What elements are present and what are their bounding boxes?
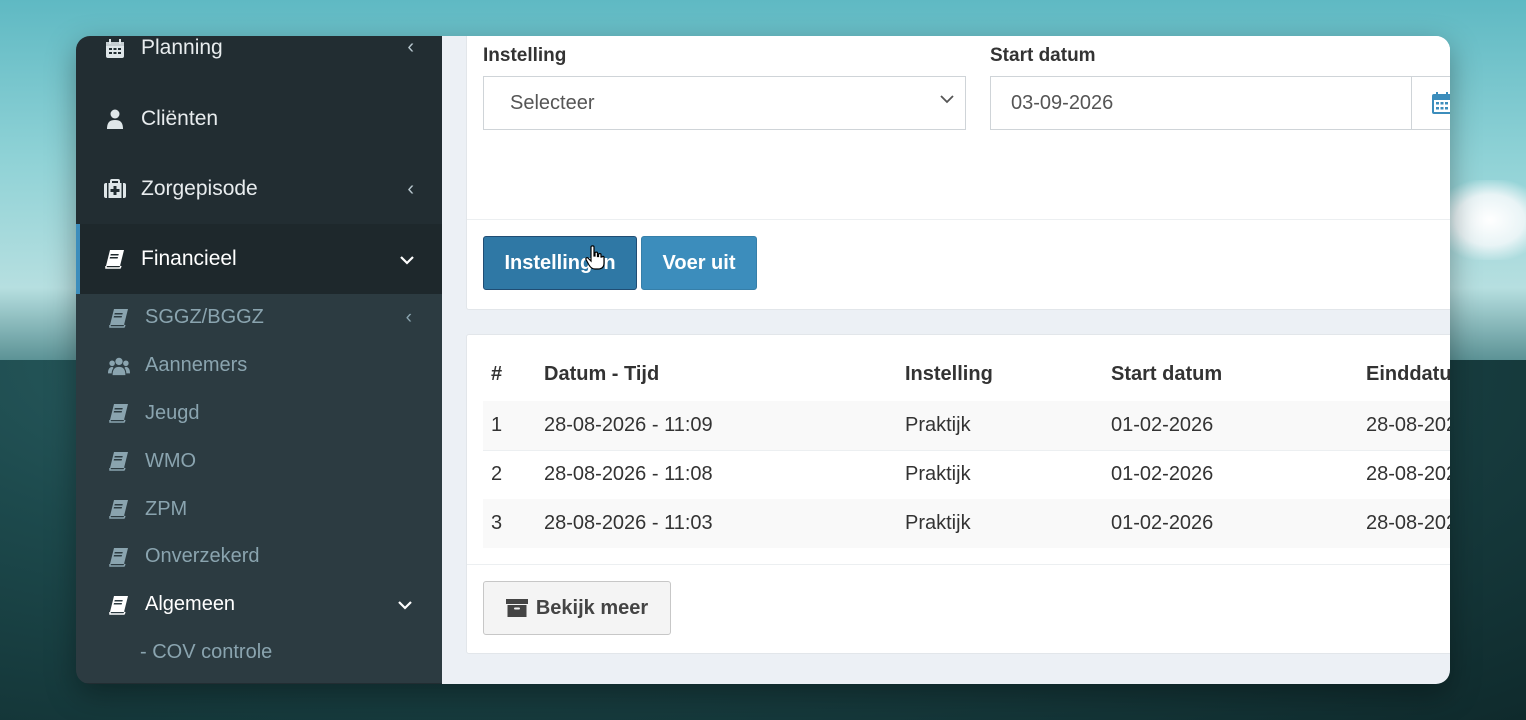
cell-instelling: Praktijk [905,414,971,436]
submenu-item-zpm[interactable]: ZPM [76,485,442,533]
cell-start-datum: 01-02-2026 [1111,512,1214,534]
cell-datum-tijd: 28-08-2026 - 11:09 [544,414,713,436]
book-icon [108,594,130,616]
sidebar-item-label: Financieel [141,247,237,270]
users-icon [108,355,130,377]
main-content: Instelling Selecteer Start datum 03-09-2… [442,36,1450,684]
instelling-selected-value: Selecteer [510,91,595,114]
cell-instelling: Praktijk [905,512,971,534]
voer-uit-button[interactable]: Voer uit [641,236,757,290]
financieel-submenu: SGGZ/BGGZ ‹ Aannemers Jeugd WMO ZPM Onve… [76,294,442,683]
hand-cursor-icon [585,245,605,270]
datepicker-button[interactable] [1411,76,1450,130]
cell-einddatum: 28-08-2026 [1366,463,1450,485]
cell-instelling: Praktijk [905,463,971,485]
bekijk-meer-label: Bekijk meer [535,596,649,619]
cell-einddatum: 28-08-2026 [1366,414,1450,436]
col-header-datum-tijd: Datum - Tijd [544,363,660,385]
cell-start-datum: 01-02-2026 [1111,414,1214,436]
instelling-label: Instelling [483,45,567,66]
col-header-einddatum: Einddatum [1366,363,1450,385]
instellingen-button[interactable]: Instellingen [483,236,637,290]
cell-start-datum: 01-02-2026 [1111,463,1214,485]
submenu-item-sggz-bggz[interactable]: SGGZ/BGGZ ‹ [76,294,442,342]
table-row: 2 28-08-2026 - 11:08 Praktijk 01-02-2026… [483,450,1450,499]
submenu-item-jeugd[interactable]: Jeugd [76,390,442,438]
app-window: Planning ‹ Cliënten Zorgepisode ‹ Financ… [76,36,1450,684]
archive-icon [505,599,528,617]
submenu-item-label: Aannemers [145,354,248,377]
cell-datum-tijd: 28-08-2026 - 11:03 [544,512,713,534]
sidebar-item-label: Cliënten [141,107,219,130]
book-icon [108,450,130,472]
start-datum-label: Start datum [990,45,1096,66]
table-row: 3 28-08-2026 - 11:03 Praktijk 01-02-2026… [483,499,1450,548]
user-icon [104,108,126,130]
cell-datum-tijd: 28-08-2026 - 11:08 [544,463,713,485]
sidebar-item-label: Zorgepisode [141,177,258,200]
box-footer-divider [467,564,1450,565]
submenu-item-wmo[interactable]: WMO [76,437,442,485]
start-datum-value: 03-09-2026 [1011,91,1114,114]
sidebar-item-financieel[interactable]: Financieel [76,224,442,294]
settings-form-box: Instelling Selecteer Start datum 03-09-2… [466,36,1450,310]
submenu-item-label: Jeugd [145,401,200,424]
calendar-icon [104,38,126,60]
sidebar-item-planning[interactable]: Planning ‹ [76,36,442,64]
medkit-icon [104,178,126,200]
submenu-item-algemeen[interactable]: Algemeen [76,581,442,629]
cell-index: 1 [491,414,503,436]
submenu-item-onverzekerd[interactable]: Onverzekerd [76,533,442,581]
book-icon [108,402,130,424]
chevron-left-icon: ‹ [407,36,414,58]
calendar-icon [1432,92,1450,114]
sidebar-item-zorgepisode[interactable]: Zorgepisode ‹ [76,154,442,224]
book-icon [108,546,130,568]
table-row: 1 28-08-2026 - 11:09 Praktijk 01-02-2026… [483,401,1450,450]
chevron-down-icon [940,95,954,104]
cell-index: 3 [491,512,503,534]
box-footer-divider [467,219,1450,220]
submenu-item-aannemers[interactable]: Aannemers [76,342,442,390]
cell-index: 2 [491,463,503,485]
submenu-item-cov-controle[interactable]: - COV controle [76,629,442,677]
history-table-box: # Datum - Tijd Instelling Start datum Ei… [466,334,1450,654]
book-icon [108,498,130,520]
submenu-item-label: Onverzekerd [145,545,260,568]
submenu-item-label: ZPM [145,497,188,520]
col-header-instelling: Instelling [905,363,993,385]
chevron-down-icon [398,594,412,616]
cell-einddatum: 28-08-2026 [1366,512,1450,534]
book-icon [108,307,130,329]
sidebar: Planning ‹ Cliënten Zorgepisode ‹ Financ… [76,36,442,684]
sidebar-item-clienten[interactable]: Cliënten [76,84,442,154]
submenu-item-label: WMO [145,449,197,472]
chevron-left-icon: ‹ [405,306,412,328]
chevron-left-icon: ‹ [407,177,414,200]
book-icon [104,248,126,270]
chevron-down-icon [400,248,414,271]
start-datum-input[interactable]: 03-09-2026 [990,76,1412,130]
sidebar-item-label: Planning [141,36,223,59]
col-header-start-datum: Start datum [1111,363,1223,385]
instelling-select[interactable]: Selecteer [483,76,966,130]
bekijk-meer-button[interactable]: Bekijk meer [483,581,671,635]
submenu-item-label: Algemeen [145,593,236,616]
col-header-index: # [491,363,503,385]
submenu-item-label: SGGZ/BGGZ [145,306,264,329]
